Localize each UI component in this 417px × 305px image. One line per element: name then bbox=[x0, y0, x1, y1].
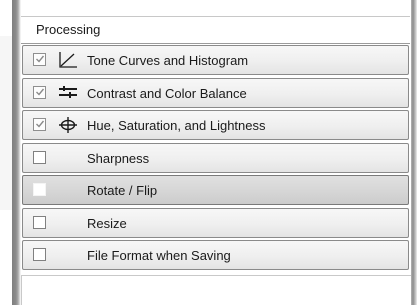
list-item-file-format[interactable]: File Format when Saving bbox=[22, 240, 409, 270]
checkmark-icon bbox=[36, 120, 45, 128]
list-item-contrast-color[interactable]: Contrast and Color Balance bbox=[22, 77, 409, 108]
list-item-sharpness[interactable]: Sharpness bbox=[22, 142, 409, 173]
list-item-hue-saturation[interactable]: Hue, Saturation, and Lightness bbox=[22, 110, 409, 140]
list-item-label: File Format when Saving bbox=[87, 248, 231, 263]
tone-curves-checkbox[interactable] bbox=[33, 53, 46, 66]
panel-header: Processing bbox=[21, 16, 410, 44]
list-item-resize[interactable]: Resize bbox=[22, 207, 409, 238]
panel-title: Processing bbox=[36, 22, 101, 37]
processing-window: Processing Tone Curves and Histogram Con… bbox=[0, 0, 417, 305]
tone-curve-icon bbox=[59, 52, 77, 68]
checkmark-icon bbox=[36, 88, 45, 96]
processing-list: Tone Curves and Histogram Contrast and C… bbox=[21, 45, 411, 273]
list-item-rotate-flip[interactable]: Rotate / Flip bbox=[22, 175, 409, 205]
hue-saturation-checkbox[interactable] bbox=[33, 118, 46, 131]
resize-checkbox[interactable] bbox=[33, 215, 46, 229]
contrast-sliders-icon bbox=[59, 85, 77, 98]
file-format-checkbox[interactable] bbox=[33, 248, 46, 261]
checkmark-icon bbox=[36, 55, 45, 63]
contrast-color-checkbox[interactable] bbox=[33, 85, 46, 99]
panel-frame-left bbox=[12, 0, 21, 305]
list-item-label: Hue, Saturation, and Lightness bbox=[87, 118, 266, 133]
sharpness-checkbox[interactable] bbox=[33, 150, 46, 164]
list-item-label: Rotate / Flip bbox=[87, 183, 158, 198]
backdrop bbox=[0, 36, 12, 210]
list-item-label: Resize bbox=[87, 215, 127, 231]
processing-panel: Processing Tone Curves and Histogram Con… bbox=[21, 0, 411, 305]
list-item-label: Contrast and Color Balance bbox=[87, 85, 247, 101]
list-item-label: Tone Curves and Histogram bbox=[87, 53, 249, 68]
hue-saturation-icon bbox=[59, 117, 77, 133]
panel-frame-right bbox=[411, 0, 417, 305]
list-item-tone-curves[interactable]: Tone Curves and Histogram bbox=[22, 45, 409, 75]
list-empty-area bbox=[21, 275, 411, 305]
rotate-flip-checkbox[interactable] bbox=[33, 183, 46, 196]
list-item-label: Sharpness bbox=[87, 150, 150, 166]
